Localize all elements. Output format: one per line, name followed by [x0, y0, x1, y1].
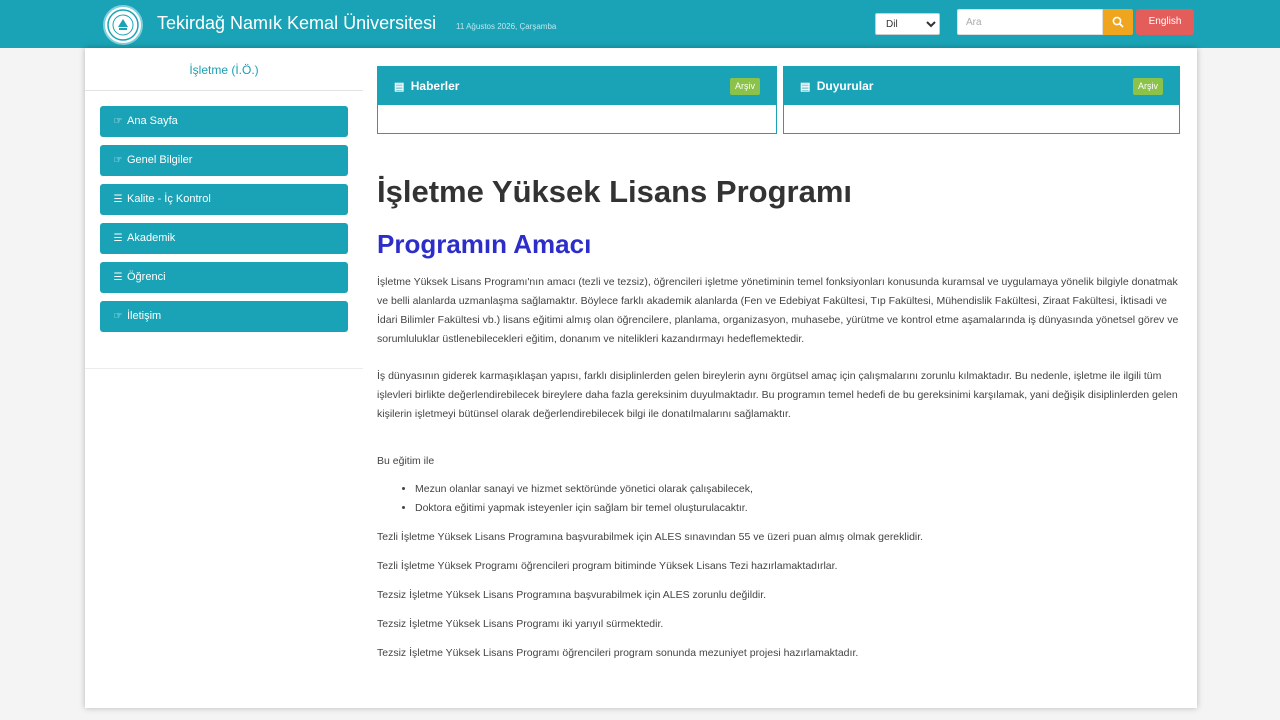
current-date: 11 Ağustos 2026, Çarşamba [456, 22, 557, 31]
search-icon [1112, 16, 1124, 28]
language-select[interactable]: Dil [875, 13, 940, 35]
info-line-thesis: Tezli İşletme Yüksek Programı öğrenciler… [377, 560, 838, 572]
top-bar: Tekirdağ Namık Kemal Üniversitesi 11 Ağu… [0, 0, 1280, 48]
info-line-ales-requirement: Tezli İşletme Yüksek Lisans Programına b… [377, 531, 924, 543]
news-panel-title: Haberler [410, 79, 460, 93]
search-input[interactable] [957, 9, 1103, 35]
menu-icon: ☰ [113, 194, 123, 205]
hand-point-right-icon: ☞ [113, 116, 123, 127]
news-panel-header: ▤ Haberler Arşiv [378, 67, 776, 105]
hand-point-right-icon: ☞ [113, 155, 123, 166]
logo-seal-icon [107, 9, 139, 41]
sidebar-item-ogrenci[interactable]: ☰ Öğrenci [100, 262, 348, 293]
site-title[interactable]: Tekirdağ Namık Kemal Üniversitesi [157, 13, 436, 34]
announcements-panel-title: Duyurular [816, 79, 874, 93]
news-panel: ▤ Haberler Arşiv [377, 66, 777, 134]
outcomes-list: Mezun olanlar sanayi ve hizmet sektöründ… [377, 480, 1187, 518]
list-item: Mezun olanlar sanayi ve hizmet sektöründ… [415, 480, 1187, 499]
sidebar-title[interactable]: İşletme (İ.Ö.) [85, 63, 363, 77]
sidebar-bottom-divider [85, 368, 363, 369]
paragraph-purpose: İşletme Yüksek Lisans Programı'nın amacı… [377, 276, 1179, 345]
menu-icon: ☰ [113, 233, 123, 244]
announcements-archive-button[interactable]: Arşiv [1133, 78, 1163, 95]
sidebar-item-kalite-ic-kontrol[interactable]: ☰ Kalite - İç Kontrol [100, 184, 348, 215]
info-line-duration: Tezsiz İşletme Yüksek Lisans Programı ik… [377, 618, 664, 630]
english-button[interactable]: English [1136, 9, 1194, 35]
sidebar-item-genel-bilgiler[interactable]: ☞ Genel Bilgiler [100, 145, 348, 176]
announcements-panel: ▤ Duyurular Arşiv [783, 66, 1180, 134]
sidebar-item-label: Ana Sayfa [127, 115, 178, 127]
sidebar-item-label: Öğrenci [127, 271, 166, 283]
page-title: İşletme Yüksek Lisans Programı [377, 174, 852, 209]
sidebar-item-ana-sayfa[interactable]: ☞ Ana Sayfa [100, 106, 348, 137]
sidebar-item-label: Genel Bilgiler [127, 154, 193, 166]
section-title: Programın Amacı [377, 229, 592, 259]
news-archive-button[interactable]: Arşiv [730, 78, 760, 95]
sidebar-menu: ☞ Ana Sayfa ☞ Genel Bilgiler ☰ Kalite - İç … [100, 106, 348, 340]
sidebar-item-iletisim[interactable]: ☞ İletişim [100, 301, 348, 332]
sidebar-item-label: Akademik [127, 232, 176, 244]
info-line-non-thesis-ales: Tezsiz İşletme Yüksek Lisans Programına … [377, 589, 767, 601]
university-logo[interactable] [103, 5, 143, 45]
announcements-panel-header: ▤ Duyurular Arşiv [784, 67, 1179, 105]
main-content: İşletme Yüksek Lisans Programı Programın… [377, 172, 1187, 663]
sidebar-item-label: İletişim [127, 310, 162, 322]
paragraph-intro: Bu eğitim ile [377, 455, 435, 467]
list-icon: ▤ [800, 81, 811, 93]
sidebar-divider [85, 90, 363, 91]
sidebar-item-label: Kalite - İç Kontrol [127, 193, 211, 205]
main-container: İşletme (İ.Ö.) ☞ Ana Sayfa ☞ Genel Bilgile… [85, 48, 1197, 708]
sidebar-item-akademik[interactable]: ☰ Akademik [100, 223, 348, 254]
hand-point-right-icon: ☞ [113, 311, 123, 322]
search-button[interactable] [1103, 9, 1133, 35]
menu-icon: ☰ [113, 272, 123, 283]
info-line-graduation-project: Tezsiz İşletme Yüksek Lisans Programı öğ… [377, 647, 859, 659]
list-item: Doktora eğitimi yapmak isteyenler için s… [415, 499, 1187, 518]
list-icon: ▤ [394, 81, 405, 93]
paragraph-business-world: İş dünyasının giderek karmaşıklaşan yapı… [377, 370, 1178, 420]
